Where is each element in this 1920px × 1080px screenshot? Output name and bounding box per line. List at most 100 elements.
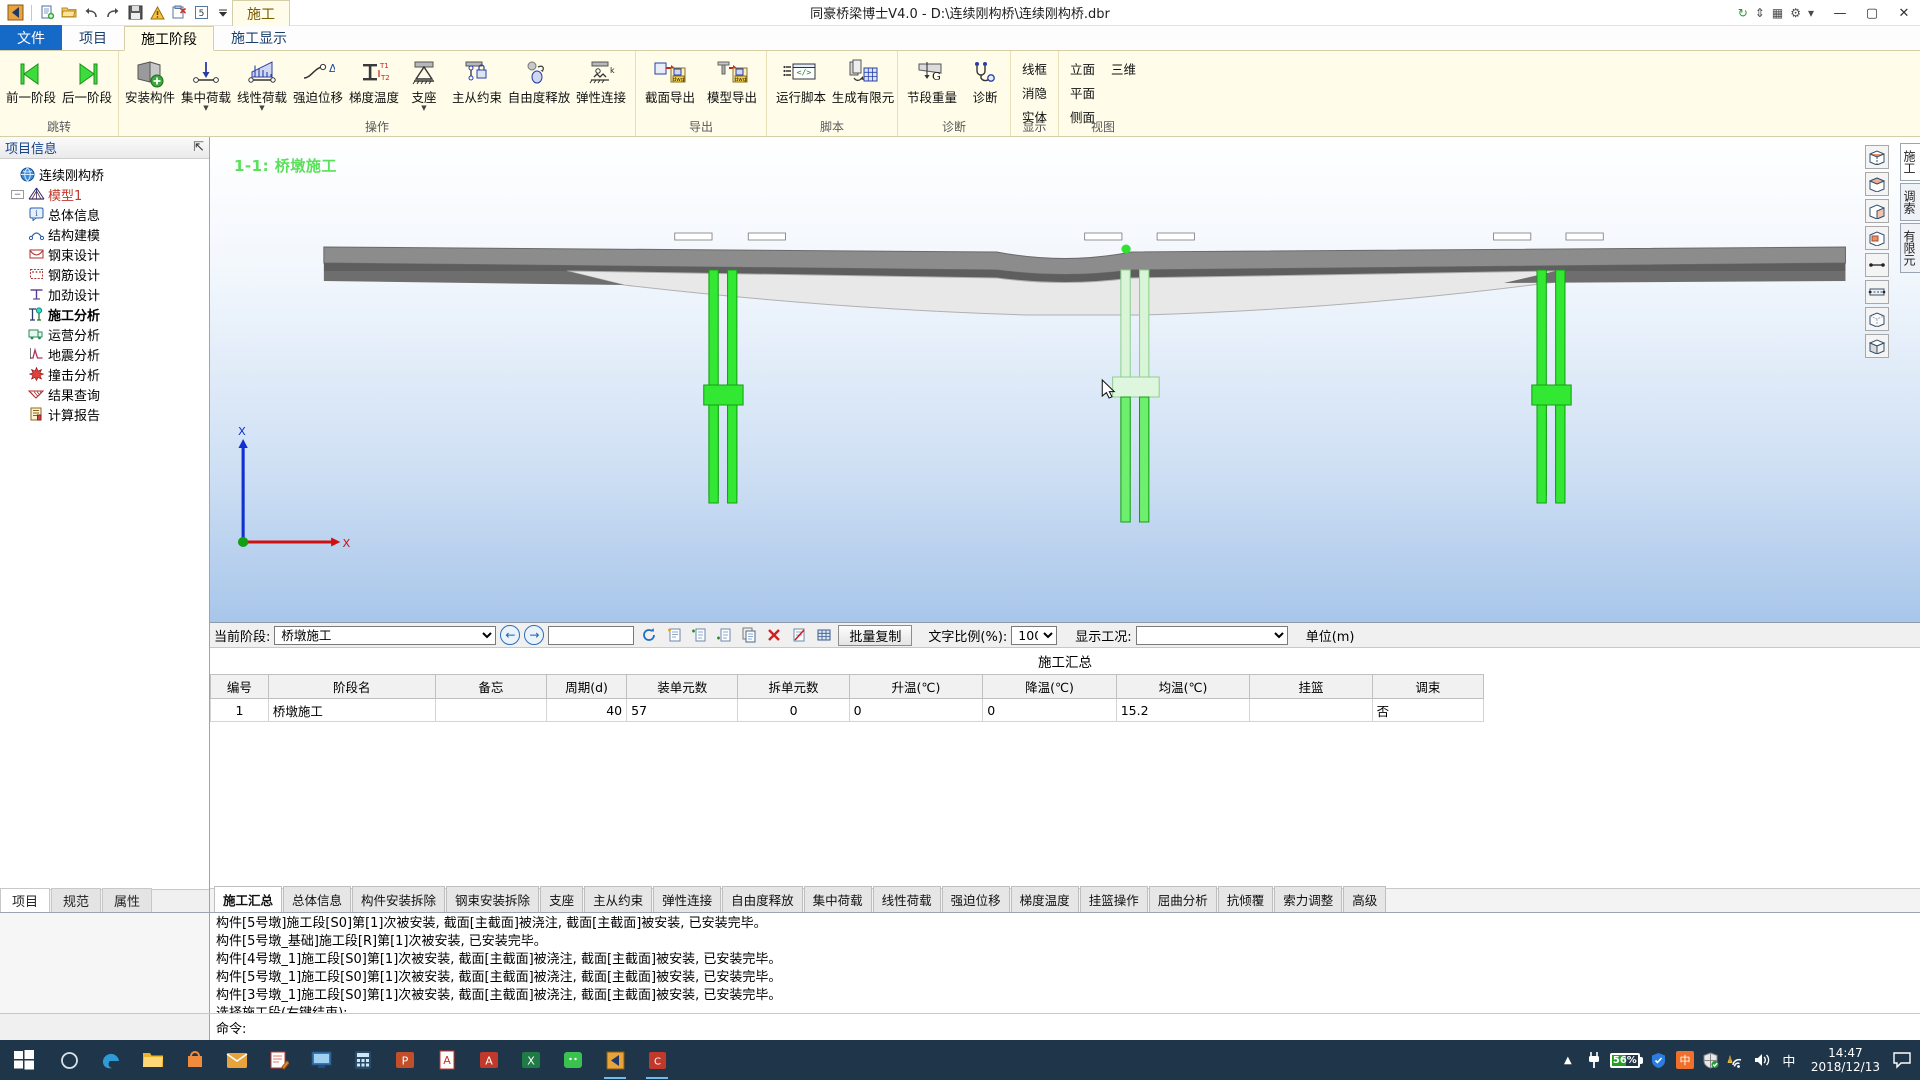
taskbar-powerpoint-icon[interactable]: P [384, 1040, 426, 1080]
elastic-link-button[interactable]: k 弹性连接 [570, 54, 632, 106]
tree-expander-model1[interactable]: − [11, 189, 24, 199]
warning-icon[interactable] [147, 3, 167, 23]
view-plan-option[interactable]: 平面 [1062, 80, 1103, 104]
tab-member-install-remove[interactable]: 构件安装拆除 [352, 886, 446, 912]
taskbar-notes-icon[interactable] [258, 1040, 300, 1080]
tab-dof-release[interactable]: 自由度释放 [722, 886, 803, 912]
generate-fem-button[interactable]: 生成有限元 [832, 54, 894, 106]
taskbar-edge-icon[interactable] [90, 1040, 132, 1080]
tab-elastic-link[interactable]: 弹性连接 [653, 886, 722, 912]
tree-item-tendon-design[interactable]: 钢束设计 [5, 244, 209, 264]
col-temp-rise[interactable]: 升温(℃) [848, 674, 984, 699]
layout-icon[interactable]: ⇕ [1755, 6, 1765, 20]
taskbar-explorer-icon[interactable] [132, 1040, 174, 1080]
stage-search-input[interactable] [548, 625, 635, 645]
panel-tab-code[interactable]: 规范 [51, 888, 102, 912]
line-load-button[interactable]: 线性荷载 ▼ [234, 54, 290, 114]
gradient-temperature-button[interactable]: T1 T2 梯度温度 [346, 54, 402, 106]
taskbar-pdf-icon[interactable]: A [426, 1040, 468, 1080]
tab-anti-overturning[interactable]: 抗倾覆 [1217, 886, 1274, 912]
tree-item-model1[interactable]: − 模型1 [5, 184, 209, 204]
view-3d-option[interactable]: 三维 [1103, 56, 1144, 80]
panel-tab-project[interactable]: 项目 [0, 888, 51, 912]
cell-temp-drop[interactable]: 0 [982, 698, 1117, 722]
tab-advanced[interactable]: 高级 [1343, 886, 1387, 912]
app-logo-icon[interactable] [4, 3, 26, 23]
forced-displacement-button[interactable]: Δ 强迫位移 [290, 54, 346, 106]
tree-item-stiffener-design[interactable]: 加劲设计 [5, 284, 209, 304]
cell-stage-name[interactable]: 桥墩施工 [267, 698, 436, 722]
command-input[interactable] [252, 1019, 1920, 1035]
export-section-button[interactable]: dwg 截面导出 [639, 54, 701, 106]
tab-construction-stage[interactable]: 施工阶段 [124, 26, 214, 51]
batch-copy-button[interactable]: 批量复制 [838, 624, 913, 646]
next-stage-button[interactable]: 后一阶段 [59, 54, 115, 106]
point-load-caret-icon[interactable]: ▼ [203, 105, 208, 113]
tab-support[interactable]: 支座 [540, 886, 584, 912]
open-folder-icon[interactable] [59, 3, 79, 23]
view-wire-top-icon[interactable] [1865, 172, 1889, 196]
minimize-button[interactable]: — [1824, 0, 1856, 26]
cell-id[interactable]: 1 [210, 698, 269, 722]
panel-tab-properties[interactable]: 属性 [102, 888, 153, 912]
settings-gear-icon[interactable]: ⚙ [1790, 6, 1801, 20]
col-stage-name[interactable]: 阶段名 [267, 674, 436, 699]
tree-item-seismic-analysis[interactable]: 地震分析 [5, 344, 209, 364]
help-caret-icon[interactable]: ▾ [1808, 6, 1814, 20]
text-scale-select[interactable]: 100 [1011, 625, 1058, 645]
col-tendon-adjust[interactable]: 调束 [1371, 674, 1485, 699]
view-shaded-top-icon[interactable] [1865, 145, 1889, 169]
table-row[interactable]: 1 桥墩施工 40 57 0 0 0 15.2 否 [210, 698, 1485, 722]
col-temp-avg[interactable]: 均温(℃) [1115, 674, 1251, 699]
point-load-button[interactable]: 集中荷载 ▼ [178, 54, 234, 114]
qat-overflow-caret-icon[interactable] [213, 3, 233, 23]
view-wireframe-icon[interactable] [1865, 307, 1889, 331]
viewport-tab-construction[interactable]: 施工 [1900, 143, 1920, 181]
pin-icon[interactable]: ⇱ [193, 140, 204, 155]
master-slave-constraint-button[interactable]: 主从约束 [446, 54, 508, 106]
tree-item-construction-analysis[interactable]: 施工分析 [5, 304, 209, 324]
line-load-caret-icon[interactable]: ▼ [259, 105, 264, 113]
dof-release-button[interactable]: 自由度释放 [508, 54, 570, 106]
prev-stage-button[interactable]: 前一阶段 [3, 54, 59, 106]
tray-expand-icon[interactable]: ▲ [1558, 1055, 1578, 1066]
ime-box-icon[interactable]: 中 [1675, 1051, 1695, 1069]
tree-item-operation-analysis[interactable]: 运营分析 [5, 324, 209, 344]
install-member-button[interactable]: 安装构件 [122, 54, 178, 106]
taskbar-calculator-icon[interactable] [342, 1040, 384, 1080]
new-file-icon[interactable] [37, 3, 57, 23]
stage-next-button[interactable]: → [524, 625, 545, 645]
add-stage-icon[interactable] [663, 625, 684, 645]
taskbar-bridge-doctor-icon[interactable] [594, 1040, 636, 1080]
viewport-tab-fem[interactable]: 有限元 [1900, 223, 1920, 273]
view-solid-icon[interactable] [1865, 334, 1889, 358]
tab-gradient-temperature[interactable]: 梯度温度 [1010, 886, 1079, 912]
current-stage-select[interactable]: 桥墩施工 [274, 625, 497, 645]
tree-item-project[interactable]: 连续刚构桥 [5, 164, 209, 184]
stage-prev-button[interactable]: ← [500, 625, 521, 645]
tree-item-calc-report[interactable]: 计算报告 [5, 404, 209, 424]
insert-stage-before-icon[interactable] [688, 625, 709, 645]
cell-remove-count[interactable]: 0 [737, 698, 850, 722]
redo-icon[interactable] [103, 3, 123, 23]
taskbar-cortana-icon[interactable] [48, 1040, 90, 1080]
tab-general-info[interactable]: 总体信息 [283, 886, 352, 912]
display-wireframe-option[interactable]: 线框 [1014, 56, 1055, 80]
show-case-select[interactable] [1135, 625, 1288, 645]
col-install-count[interactable]: 装单元数 [626, 674, 739, 699]
taskbar-store-icon[interactable] [174, 1040, 216, 1080]
security-shield-icon[interactable] [1649, 1052, 1669, 1069]
col-duration[interactable]: 周期(d) [546, 674, 628, 699]
view-line-icon[interactable] [1865, 253, 1889, 277]
tab-cable-force-adjust[interactable]: 索力调整 [1274, 886, 1343, 912]
cell-tendon-adjust[interactable]: 否 [1371, 698, 1485, 722]
close-button[interactable]: ✕ [1888, 0, 1920, 26]
contextual-tab-construction[interactable]: 施工 [232, 0, 290, 26]
refresh-icon[interactable]: ↻ [1738, 6, 1748, 20]
edit-stage-icon[interactable] [788, 625, 809, 645]
run-script-button[interactable]: </> 运行脚本 [770, 54, 832, 106]
undo-icon[interactable] [81, 3, 101, 23]
tab-point-load[interactable]: 集中荷载 [803, 886, 872, 912]
col-traveller[interactable]: 挂篮 [1249, 674, 1373, 699]
cell-duration[interactable]: 40 [546, 698, 628, 722]
